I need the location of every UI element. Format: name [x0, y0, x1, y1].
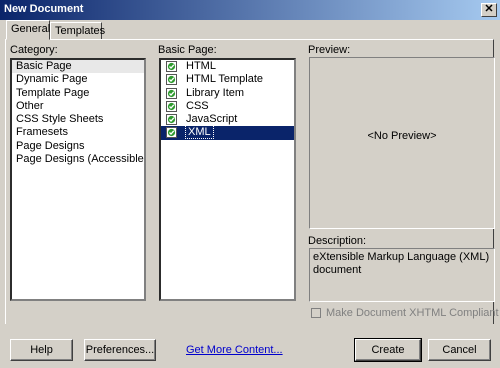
cancel-button[interactable]: Cancel	[428, 339, 491, 361]
basic-page-item-label: CSS	[186, 99, 209, 112]
document-icon	[166, 127, 177, 139]
close-button[interactable]: ✕	[481, 3, 497, 17]
category-item-other[interactable]: Other	[12, 100, 144, 113]
help-button[interactable]: Help	[10, 339, 73, 361]
description-label: Description:	[308, 235, 367, 247]
basic-page-item-label: HTML Template	[186, 73, 264, 86]
preferences-button[interactable]: Preferences...	[84, 339, 156, 361]
get-more-content-link[interactable]: Get More Content...	[186, 344, 283, 356]
preview-pane: <No Preview>	[309, 57, 495, 229]
basic-page-item-label: JavaScript	[186, 113, 238, 126]
title-bar: New Document ✕	[0, 0, 500, 20]
close-icon: ✕	[484, 3, 494, 15]
xhtml-compliant-label: Make Document XHTML Compliant	[326, 307, 499, 320]
basic-page-item-label: XML	[185, 125, 214, 140]
basic-page-item-css[interactable]: CSS	[161, 100, 294, 113]
category-item-css-style-sheets[interactable]: CSS Style Sheets	[12, 113, 144, 126]
tab-general[interactable]: General	[6, 20, 50, 40]
document-icon	[166, 74, 177, 86]
preview-placeholder: <No Preview>	[367, 130, 437, 142]
basic-page-item-xml[interactable]: XML	[161, 125, 294, 140]
category-item-basic-page[interactable]: Basic Page	[12, 60, 144, 74]
category-item-page-designs-accessible[interactable]: Page Designs (Accessible)	[12, 153, 144, 166]
document-icon	[166, 61, 177, 72]
window-title: New Document	[4, 3, 84, 15]
category-label: Category:	[10, 44, 58, 56]
document-icon	[166, 87, 177, 99]
create-button[interactable]: Create	[354, 338, 422, 362]
basic-page-item-library-item[interactable]: Library Item	[161, 87, 294, 100]
document-icon	[166, 100, 177, 112]
basic-page-item-javascript[interactable]: JavaScript	[161, 113, 294, 126]
basic-page-item-label: HTML	[186, 60, 216, 72]
basic-page-item-html[interactable]: HTML	[161, 60, 294, 73]
basic-page-item-html-template[interactable]: HTML Template	[161, 73, 294, 86]
category-list[interactable]: Basic Page Dynamic Page Template Page Ot…	[10, 58, 146, 301]
tab-templates[interactable]: Templates	[50, 22, 105, 40]
xhtml-compliant-checkbox[interactable]	[311, 308, 321, 319]
basic-page-list[interactable]: HTML HTML Template Library Item CSS Java…	[159, 58, 296, 301]
category-item-template-page[interactable]: Template Page	[12, 87, 144, 100]
description-text: eXtensible Markup Language (XML) documen…	[309, 248, 495, 302]
category-item-page-designs[interactable]: Page Designs	[12, 140, 144, 153]
basic-page-item-label: Library Item	[186, 86, 245, 99]
basic-page-label: Basic Page:	[158, 44, 217, 56]
document-icon	[166, 114, 177, 126]
category-item-dynamic-page[interactable]: Dynamic Page	[12, 73, 144, 86]
xhtml-compliant-option: Make Document XHTML Compliant	[311, 307, 499, 319]
preview-label: Preview:	[308, 44, 351, 56]
category-item-framesets[interactable]: Framesets	[12, 126, 144, 139]
